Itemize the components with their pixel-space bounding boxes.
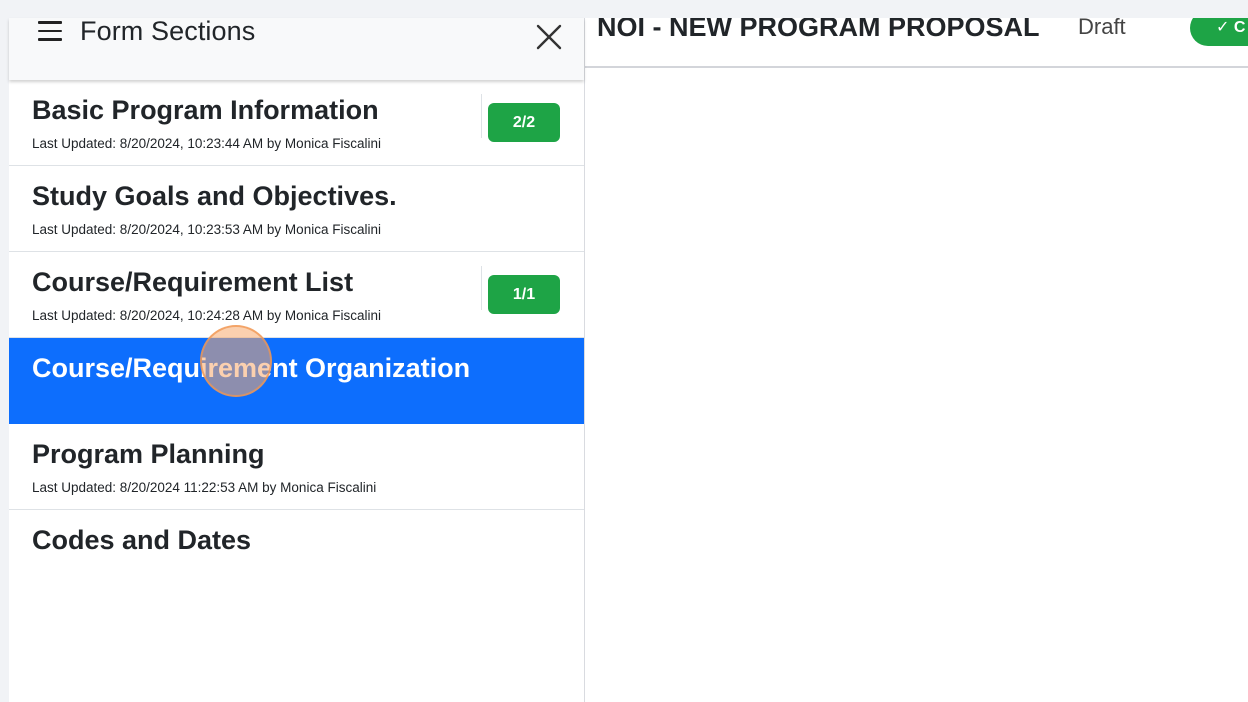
completion-badge: 1/1 bbox=[488, 275, 560, 314]
screen: Form Sections Basic Program Information … bbox=[0, 0, 1248, 702]
section-item-study-goals[interactable]: Study Goals and Objectives. Last Updated… bbox=[9, 166, 584, 252]
hamburger-icon[interactable] bbox=[38, 21, 62, 41]
panel-header: Form Sections bbox=[9, 16, 584, 80]
main-header: NOI - NEW PROGRAM PROPOSAL Draft ✓ C bbox=[585, 18, 1248, 68]
close-button[interactable] bbox=[534, 22, 564, 52]
close-icon bbox=[536, 24, 562, 50]
section-name: Basic Program Information bbox=[32, 95, 379, 125]
main-content: NOI - NEW PROGRAM PROPOSAL Draft ✓ C bbox=[585, 18, 1248, 702]
section-item-program-planning[interactable]: Program Planning Last Updated: 8/20/2024… bbox=[9, 424, 584, 510]
section-item-course-requirement-organization[interactable]: Course/Requirement Organization bbox=[9, 338, 584, 424]
form-sections-panel: Form Sections Basic Program Information … bbox=[9, 16, 585, 702]
section-name: Program Planning bbox=[32, 439, 265, 469]
section-list: Basic Program Information Last Updated: … bbox=[9, 80, 584, 595]
section-name: Course/Requirement Organization bbox=[32, 353, 471, 383]
page-title: NOI - NEW PROGRAM PROPOSAL bbox=[597, 18, 1040, 42]
section-name: Course/Requirement List bbox=[32, 267, 354, 297]
section-item-course-requirement-list[interactable]: Course/Requirement List Last Updated: 8/… bbox=[9, 252, 584, 338]
badge-divider bbox=[481, 94, 482, 138]
section-last-updated: Last Updated: 8/20/2024, 10:24:28 AM by … bbox=[32, 308, 381, 323]
section-last-updated: Last Updated: 8/20/2024 11:22:53 AM by M… bbox=[32, 480, 377, 495]
panel-title: Form Sections bbox=[80, 16, 256, 46]
section-name: Study Goals and Objectives. bbox=[32, 181, 397, 211]
section-name: Codes and Dates bbox=[32, 525, 252, 555]
complete-button[interactable]: ✓ C bbox=[1190, 18, 1248, 46]
badge-divider bbox=[481, 266, 482, 310]
status-text: Draft bbox=[1078, 18, 1126, 39]
section-last-updated: Last Updated: 8/20/2024, 10:23:44 AM by … bbox=[32, 136, 381, 151]
header-clip: NOI - NEW PROGRAM PROPOSAL Draft ✓ C bbox=[585, 18, 1248, 66]
section-item-basic-program-information[interactable]: Basic Program Information Last Updated: … bbox=[9, 80, 584, 166]
completion-badge: 2/2 bbox=[488, 103, 560, 142]
section-item-codes-and-dates[interactable]: Codes and Dates bbox=[9, 510, 584, 595]
section-last-updated: Last Updated: 8/20/2024, 10:23:53 AM by … bbox=[32, 222, 381, 237]
